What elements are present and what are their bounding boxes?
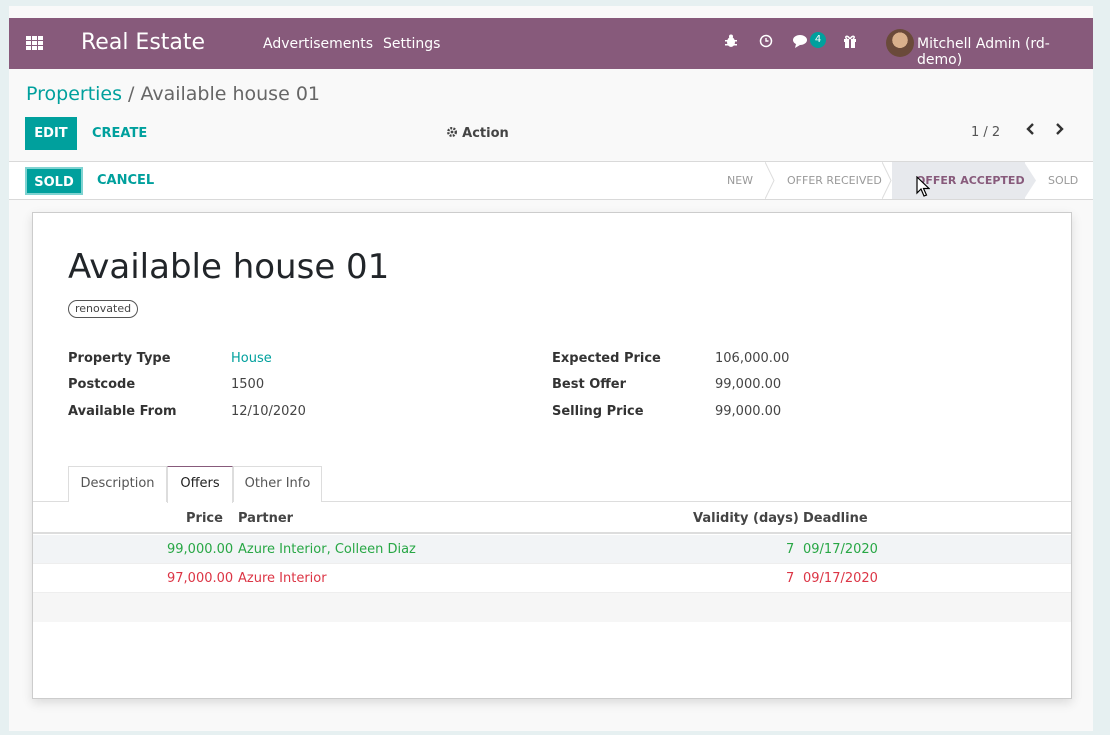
cell-partner: Azure Interior [238,571,327,586]
stage-sold-label: SOLD [1048,174,1079,187]
breadcrumb-properties[interactable]: Properties [26,83,122,105]
label-best-offer: Best Offer [552,377,627,392]
tab-description[interactable]: Description [68,466,167,502]
sold-button[interactable]: SOLD [25,167,83,195]
cell-validity: 7 [786,542,795,557]
apps-grid-icon[interactable] [26,36,44,50]
stage-offer-received-label: OFFER RECEIVED [787,174,882,187]
value-best-offer: 99,000.00 [715,377,782,392]
value-available-from: 12/10/2020 [231,404,306,419]
cell-price: 99,000.00 [167,542,234,557]
record-title: Available house 01 [68,247,390,287]
activity-clock-icon[interactable] [759,34,773,52]
label-selling-price: Selling Price [552,404,644,419]
label-available-from: Available From [68,404,177,419]
value-expected-price: 106,000.00 [715,351,790,366]
app-window: Real Estate Advertisements Settings 4 Mi… [9,6,1093,731]
label-property-type: Property Type [68,351,171,366]
cancel-button[interactable]: CANCEL [97,173,154,188]
stage-offer-accepted[interactable]: OFFER ACCEPTED [892,162,1025,199]
menu-advertisements[interactable]: Advertisements [263,36,373,52]
stage-new[interactable]: NEW [712,162,770,199]
create-button[interactable]: CREATE [92,126,147,141]
offers-table-header: Price Partner Validity (days) Deadline [33,502,1071,534]
form-sheet: Available house 01 renovated Property Ty… [32,212,1072,699]
pager-value[interactable]: 1 / 2 [971,125,1000,140]
user-avatar[interactable] [886,29,914,57]
messages-chat-icon[interactable] [793,34,811,52]
pager-previous-icon[interactable] [1025,121,1035,140]
stage-sold[interactable]: SOLD [1037,162,1093,199]
stage-new-label: NEW [727,174,754,187]
column-partner[interactable]: Partner [238,511,293,526]
stage-separator [765,162,775,199]
stage-offer-received[interactable]: OFFER RECEIVED [775,162,887,199]
gear-icon [446,126,462,141]
label-postcode: Postcode [68,377,136,392]
user-menu[interactable]: Mitchell Admin (rd-demo) [917,36,1093,68]
menu-settings[interactable]: Settings [383,36,440,52]
top-navbar: Real Estate Advertisements Settings 4 Mi… [9,18,1093,69]
column-price[interactable]: Price [186,511,223,526]
table-empty-row [33,593,1071,622]
debug-bug-icon[interactable] [725,34,737,52]
stage-offer-accepted-label: OFFER ACCEPTED [916,174,1025,187]
status-bar: SOLD CANCEL NEW OFFER RECEIVED OFFER ACC… [9,161,1093,200]
stage-active-arrow [1024,162,1036,199]
column-validity[interactable]: Validity (days) [693,511,799,526]
stage-separator [882,162,892,199]
value-selling-price: 99,000.00 [715,404,782,419]
mouse-cursor-icon [916,176,930,197]
breadcrumb-current: Available house 01 [140,83,320,105]
action-menu[interactable]: Action [446,126,509,141]
column-deadline[interactable]: Deadline [803,511,868,526]
table-row[interactable]: 99,000.00 Azure Interior, Colleen Diaz 7… [33,535,1071,564]
cell-price: 97,000.00 [167,571,234,586]
cell-partner: Azure Interior, Colleen Diaz [238,542,416,557]
breadcrumb-separator: / [128,83,135,105]
tag-badge: renovated [68,300,139,318]
tab-other-info[interactable]: Other Info [233,466,322,502]
gift-icon[interactable] [843,34,857,52]
edit-button[interactable]: EDIT [25,117,77,150]
pager-next-icon[interactable] [1055,121,1065,140]
table-row[interactable]: 97,000.00 Azure Interior 7 09/17/2020 [33,564,1071,593]
messages-badge: 4 [810,32,826,48]
cell-deadline: 09/17/2020 [803,571,878,586]
value-property-type[interactable]: House [231,351,272,366]
action-label: Action [462,126,509,141]
tab-offers[interactable]: Offers [167,466,233,503]
app-title[interactable]: Real Estate [81,30,205,55]
label-expected-price: Expected Price [552,351,661,366]
value-postcode: 1500 [231,377,265,392]
breadcrumb: Properties / Available house 01 [26,83,320,105]
cell-validity: 7 [786,571,795,586]
cell-deadline: 09/17/2020 [803,542,878,557]
